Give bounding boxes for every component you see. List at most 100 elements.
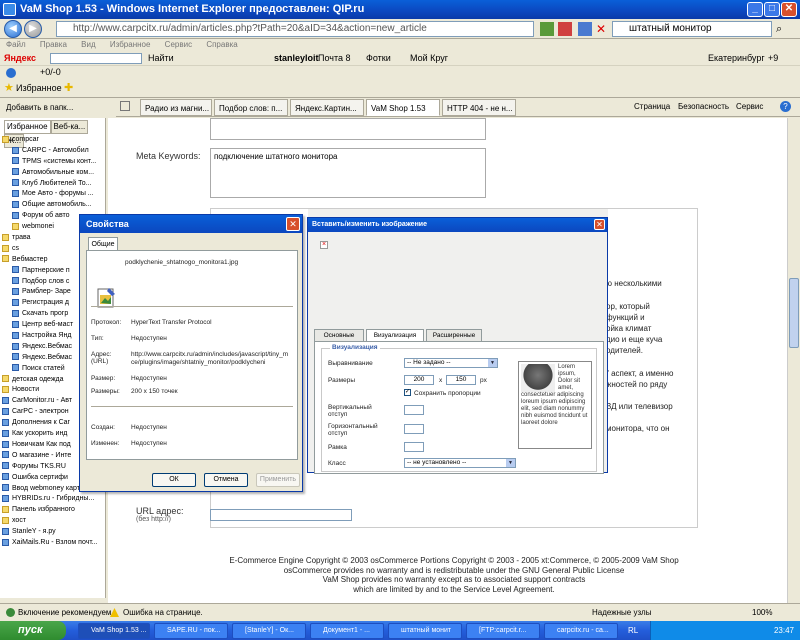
close-button[interactable]: ✕: [781, 2, 797, 17]
sidebar-item[interactable]: Мое Авто - форумы ...: [2, 189, 104, 200]
ok-button[interactable]: ОК: [152, 473, 196, 487]
created-row: Создан: Недоступен: [91, 424, 291, 432]
sidebar-item[interactable]: TPMS «системы конт...: [2, 157, 104, 168]
toolbar-globe-icon[interactable]: [6, 68, 16, 78]
yandex-search-input[interactable]: [50, 53, 142, 64]
favorites-button[interactable]: Избранное: [16, 80, 62, 97]
insert-image-close-button[interactable]: ✕: [594, 219, 605, 230]
created-label: Создан:: [91, 424, 115, 431]
sidebar-item[interactable]: Общие автомобиль...: [2, 200, 104, 211]
search-input[interactable]: штатный монитор: [612, 21, 772, 37]
tab-radio[interactable]: Радио из магни...: [140, 99, 212, 116]
help-icon[interactable]: ?: [780, 101, 791, 112]
image-preview: Lorem ipsum, Dolor sit amet, consectetue…: [518, 361, 592, 449]
sidebar-item[interactable]: StanleY - я.ру: [2, 527, 104, 538]
align-value: -- Не задано --: [407, 359, 451, 366]
tab-label: Подбор слов: п...: [219, 104, 283, 113]
compat-icon[interactable]: [578, 22, 592, 36]
sidebar-item[interactable]: HYBRIDs.ru - Гибридны...: [2, 494, 104, 505]
sidebar-hint[interactable]: Включение рекомендуем...: [18, 604, 118, 621]
tab-advanced[interactable]: Расширенные: [426, 329, 482, 341]
stop-icon[interactable]: [558, 22, 572, 36]
page-scrollbar[interactable]: [787, 118, 800, 603]
address-value: http://www.carpcitx.ru/admin/includes/ja…: [131, 351, 289, 366]
photos-link[interactable]: Фотки: [366, 52, 391, 65]
menu-edit[interactable]: Правка: [40, 40, 67, 49]
taskbar-item-stanley[interactable]: [StanleY] - Ок...: [232, 623, 306, 639]
class-select[interactable]: -- не установлено -- ▼: [404, 458, 516, 468]
chevron-down-icon: ▼: [506, 459, 515, 467]
quick-tabs-icon[interactable]: [120, 101, 130, 111]
back-button[interactable]: ◀: [4, 20, 22, 38]
minimize-button[interactable]: _: [747, 2, 763, 17]
page-error-text[interactable]: Ошибка на странице.: [123, 604, 203, 621]
taskbar-item-carpcitx[interactable]: carpcitx.ru - ca...: [544, 623, 618, 639]
mail-link[interactable]: Почта 8: [318, 52, 351, 65]
sidebar-item[interactable]: Клуб Любителей То...: [2, 179, 104, 190]
find-button[interactable]: Найти: [148, 52, 174, 65]
sidebar-item[interactable]: compcar: [2, 135, 104, 146]
tab-podbor[interactable]: Подбор слов: п...: [214, 99, 288, 116]
align-select[interactable]: -- Не задано -- ▼: [404, 358, 498, 368]
menu-tools[interactable]: Сервис: [165, 40, 192, 49]
appearance-panel: Визуализация Выравнивание -- Не задано -…: [314, 341, 604, 474]
menu-view[interactable]: Вид: [81, 40, 95, 49]
taskbar-item-ftp[interactable]: [FTP:carpcit.r...: [466, 623, 540, 639]
taskbar-item-document[interactable]: Документ1 - ...: [310, 623, 384, 639]
page-icon: [12, 299, 19, 307]
sidebar-item[interactable]: Панель избранного: [2, 505, 104, 516]
properties-close-button[interactable]: ✕: [286, 217, 300, 231]
border-input[interactable]: [404, 442, 424, 452]
close-x-icon[interactable]: ✕: [596, 22, 608, 36]
apply-button[interactable]: Применить: [256, 473, 300, 487]
page-menu[interactable]: Страница: [634, 98, 670, 115]
start-button[interactable]: пуск: [0, 621, 66, 640]
width-input[interactable]: 200: [404, 375, 434, 385]
maximize-button[interactable]: □: [764, 2, 780, 17]
sidebar-item[interactable]: CARPC - Автомобил: [2, 146, 104, 157]
menu-help[interactable]: Справка: [206, 40, 237, 49]
zoom-level[interactable]: 100%: [752, 604, 772, 621]
sidebar-item[interactable]: хост: [2, 516, 104, 527]
meta-description-textarea[interactable]: [210, 118, 486, 140]
scroll-thumb[interactable]: [789, 278, 799, 348]
mycircle-link[interactable]: Мой Круг: [410, 52, 448, 65]
clock[interactable]: 23:47: [774, 626, 794, 635]
safety-menu[interactable]: Безопасность: [678, 98, 729, 115]
forward-button[interactable]: ▶: [24, 20, 42, 38]
security-zone[interactable]: Надежные узлы: [592, 604, 651, 621]
add-favorite-icon[interactable]: ✚: [64, 83, 73, 94]
url-alias-input[interactable]: [210, 509, 352, 521]
tab-yandex-images[interactable]: Яндекс.Картин...: [290, 99, 364, 116]
vspace-input[interactable]: [404, 405, 424, 415]
url-input[interactable]: http://www.carpcitx.ru/admin/articles.ph…: [56, 21, 534, 37]
keep-ratio-checkbox[interactable]: ✓: [404, 389, 411, 396]
menu-file[interactable]: Файл: [6, 40, 26, 49]
editor-line: " аспект, а именно: [606, 369, 674, 378]
sidebar-item[interactable]: Автомобильные ком...: [2, 168, 104, 179]
search-icon[interactable]: ⌕: [776, 22, 790, 36]
meta-keywords-textarea[interactable]: подключение штатного монитора: [210, 148, 486, 198]
user-link[interactable]: stanleyloit: [274, 52, 319, 65]
tab-http404[interactable]: HTTP 404 - не н...: [442, 99, 516, 116]
sidebar-add-button[interactable]: Добавить в папк...: [6, 103, 73, 112]
language-indicator[interactable]: RL: [628, 621, 638, 640]
address-label: Адрес: (URL): [91, 351, 131, 365]
sidebar-tab-feeds[interactable]: Веб-ка...: [50, 120, 89, 134]
hspace-input[interactable]: [404, 424, 424, 434]
protocol-value: HyperText Transfer Protocol: [131, 319, 212, 326]
tab-vamshop[interactable]: VaM Shop 1.53: [366, 99, 440, 116]
height-input[interactable]: 150: [446, 375, 476, 385]
menu-favorites[interactable]: Избранное: [110, 40, 151, 49]
sidebar-tab-favorites[interactable]: Избранное: [4, 120, 51, 134]
tab-general[interactable]: Общие: [88, 237, 118, 251]
tools-menu[interactable]: Сервис: [736, 98, 763, 115]
taskbar-item-sape[interactable]: SAPE.RU - пок...: [154, 623, 228, 639]
cancel-button[interactable]: Отмена: [204, 473, 248, 487]
taskbar-item-monitor[interactable]: штатный монит: [388, 623, 462, 639]
tab-general[interactable]: Основные: [314, 329, 364, 341]
refresh-icon[interactable]: [540, 22, 554, 36]
taskbar-item-vamshop[interactable]: VaM Shop 1.53 ...: [78, 623, 150, 639]
sidebar-item[interactable]: XaiMails.Ru - Взлом почт...: [2, 538, 104, 549]
yandex-toolbar: Яндекс Найти stanleyloit Почта 8 Фотки М…: [0, 52, 800, 66]
